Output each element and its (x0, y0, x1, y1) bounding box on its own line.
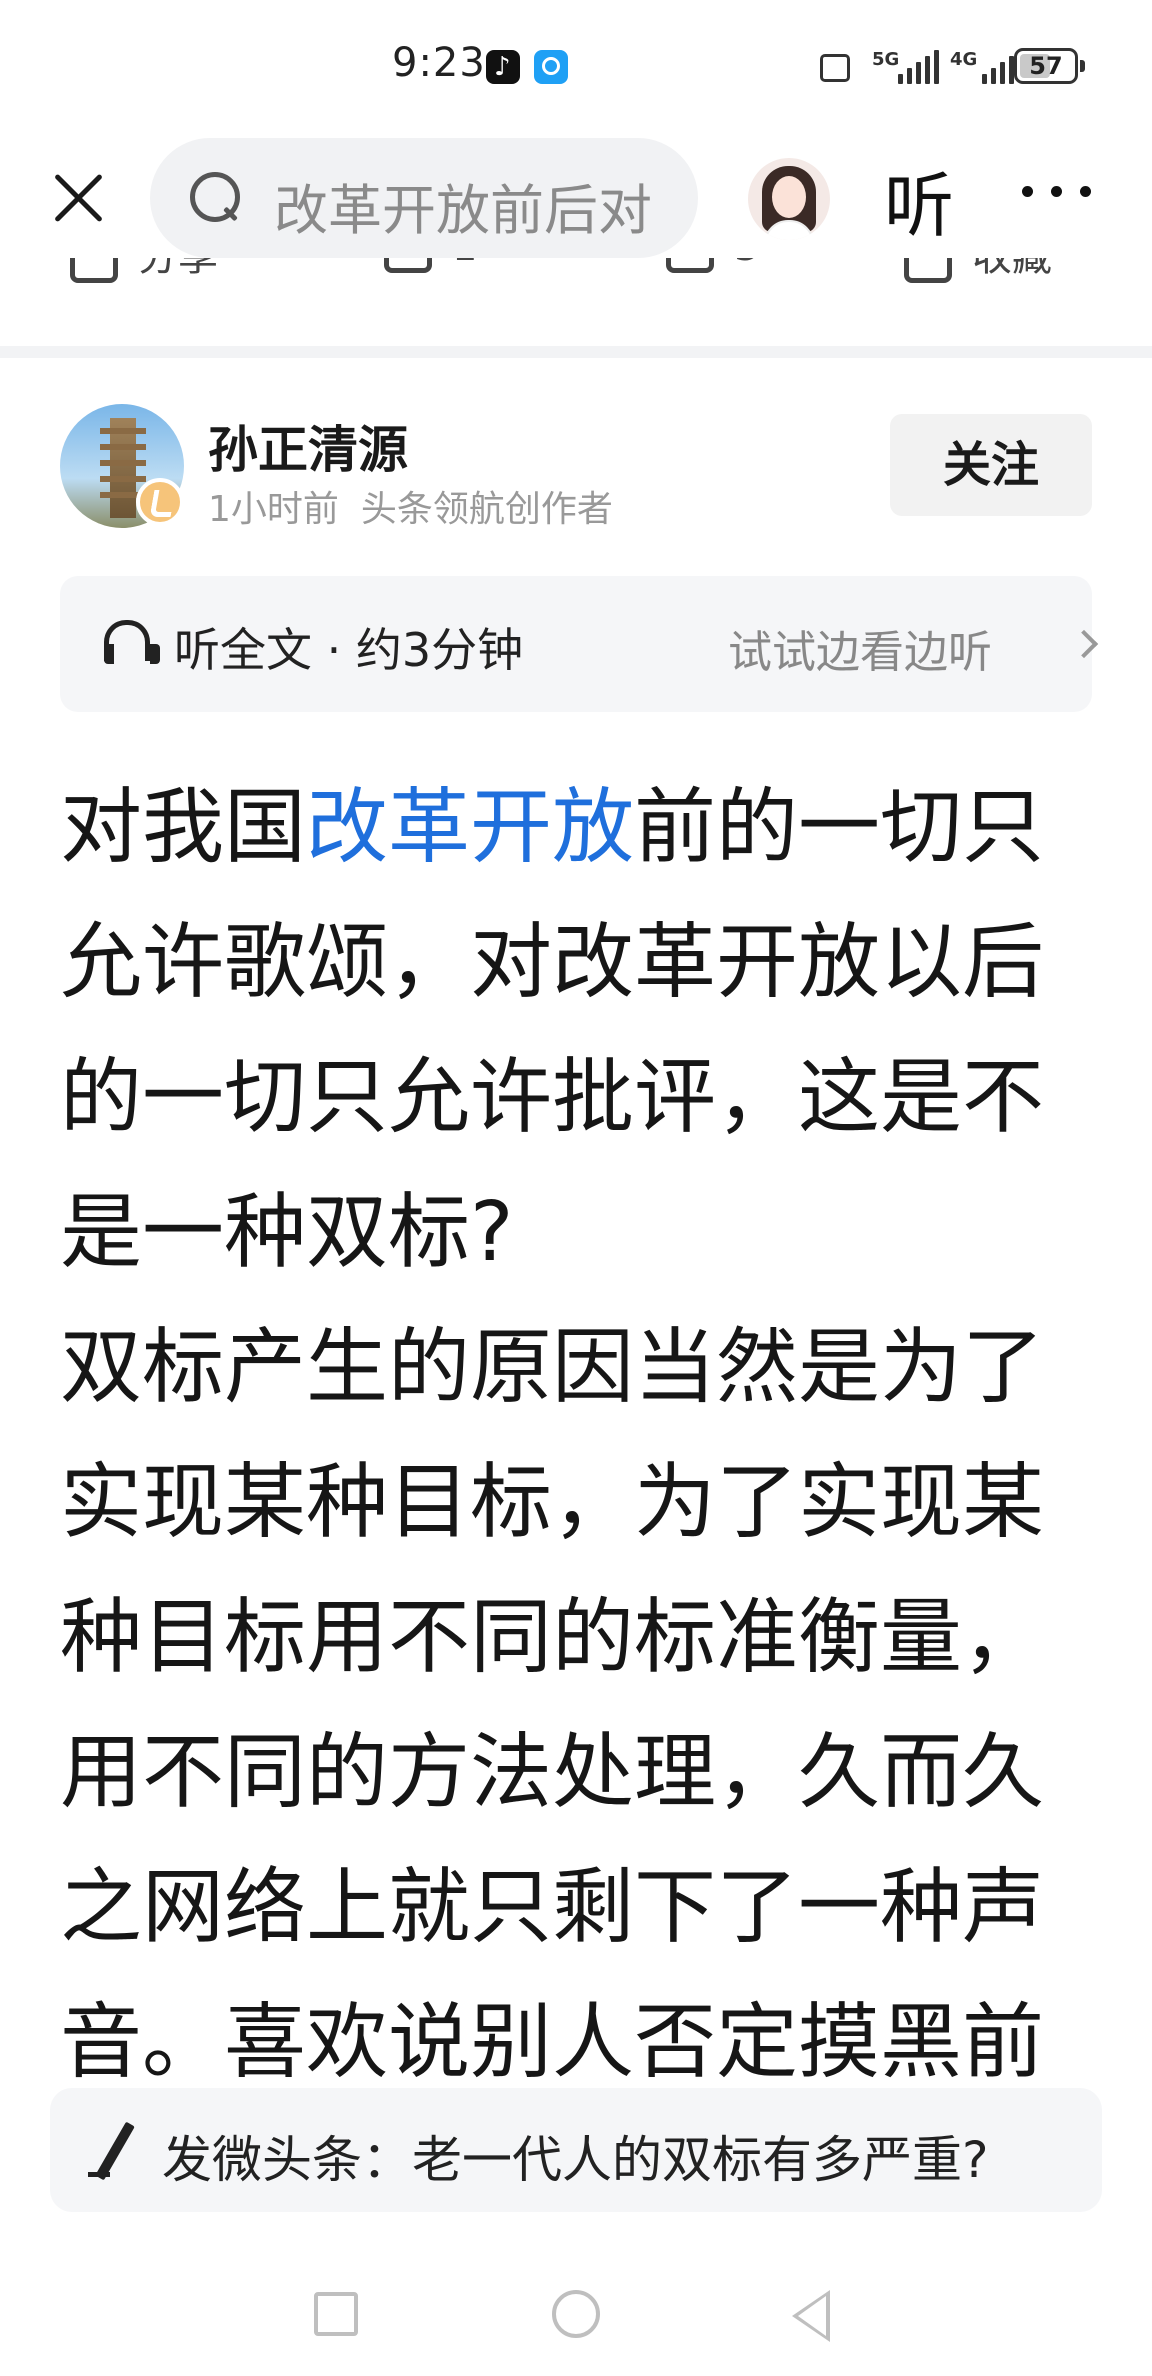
signal-4g-icon (982, 50, 1014, 84)
star-icon (904, 258, 952, 283)
listen-button[interactable]: 听 (884, 150, 954, 251)
keyword-link[interactable]: 改革开放 (306, 780, 634, 875)
network-5g-label: 5G (872, 49, 900, 70)
search-icon (190, 172, 242, 224)
creator-badge-icon (136, 478, 184, 526)
author-meta: 1小时前 头条领航创作者 (208, 480, 613, 532)
ai-assistant-avatar[interactable] (748, 158, 830, 240)
post-time: 1小时前 (208, 489, 339, 530)
pen-icon (88, 2120, 144, 2180)
comment-icon (384, 258, 432, 273)
status-time: 9:23 (392, 40, 486, 86)
article-paragraph: 对我国改革开放前的一切只允许歌颂，对改革开放以后的一切只允许批评，这是不是一种双… (60, 780, 1045, 1280)
status-bar: 9:23 5G 4G 57 (0, 0, 1152, 130)
system-nav-bar (0, 2270, 1152, 2376)
network-4g-label: 4G (950, 49, 978, 70)
more-options-icon[interactable] (1022, 186, 1091, 197)
home-icon[interactable] (552, 2290, 600, 2338)
like-icon (666, 258, 714, 273)
post-weitoutiao-bar[interactable]: 发微头条：老一代人的双标有多严重? (50, 2088, 1102, 2212)
recent-apps-icon[interactable] (314, 2292, 358, 2336)
favorite-button[interactable]: 收藏 (904, 258, 1052, 283)
comment-button[interactable]: 1 (384, 258, 477, 273)
article-paragraph: 双标产生的原因当然是为了实现某种目标，为了实现某种目标用不同的标准衡量，用不同的… (60, 1320, 1045, 2090)
listen-full-text-label: 听全文 · 约3分钟 (174, 623, 524, 677)
search-placeholder: 改革开放前后对 (274, 179, 652, 242)
back-icon[interactable] (792, 2290, 830, 2342)
watch-and-listen-link[interactable]: 试试边看边听 (728, 616, 992, 680)
like-button[interactable]: 3 (666, 258, 759, 273)
signal-5g-icon (898, 50, 939, 84)
battery-text: 57 (1029, 52, 1063, 80)
search-input[interactable]: 改革开放前后对 (150, 138, 698, 258)
chevron-right-icon (1069, 629, 1099, 659)
vibrate-icon (820, 54, 850, 82)
share-icon (70, 258, 118, 283)
battery-nub (1080, 60, 1085, 72)
tiktok-icon (486, 50, 520, 84)
follow-button[interactable]: 关注 (890, 414, 1092, 516)
post-prompt-text: 发微头条：老一代人的双标有多严重? (162, 2131, 989, 2189)
article-body: 对我国改革开放前的一切只允许歌颂，对改革开放以后的一切只允许批评，这是不是一种双… (60, 760, 1100, 2110)
share-button[interactable]: 分享 (70, 258, 218, 283)
author-role: 头条领航创作者 (360, 489, 613, 530)
search-app-icon (534, 50, 568, 84)
battery-icon: 57 (1014, 48, 1078, 84)
section-divider (0, 346, 1152, 358)
close-button[interactable] (40, 160, 116, 236)
action-bar: 分享 1 3 收藏 (0, 258, 1152, 310)
headphone-icon (104, 620, 160, 666)
author-name[interactable]: 孙正清源 (208, 410, 408, 482)
listen-full-text-card[interactable]: 听全文 · 约3分钟 试试边看边听 (60, 576, 1099, 712)
